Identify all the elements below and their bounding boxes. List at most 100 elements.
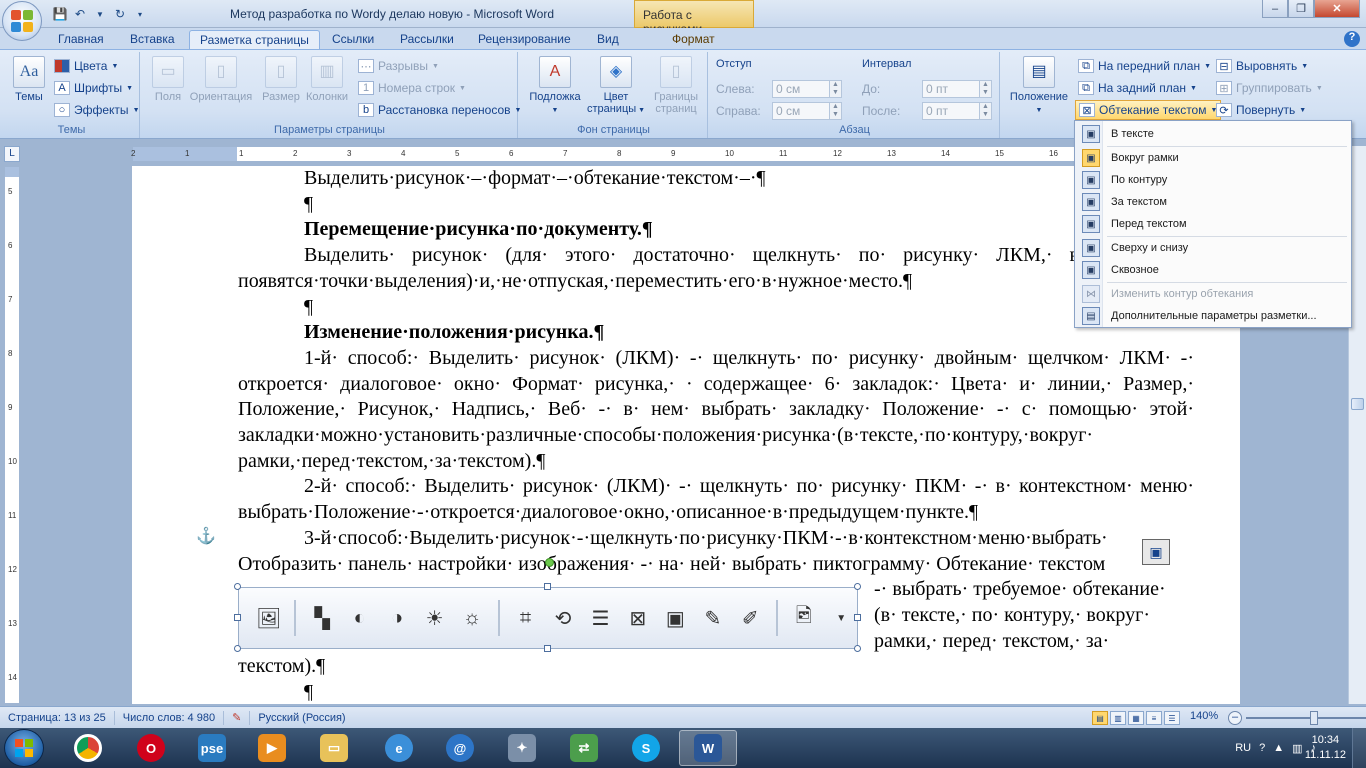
network-tray-icon[interactable]: ▥ [1292,742,1302,755]
toolbar-options-icon[interactable]: ▼ [825,602,856,634]
menu-item-more-layout-options[interactable]: ▤ Дополнительные параметры разметки... [1077,305,1349,327]
taskbar-ie[interactable]: e [370,730,428,766]
resize-handle[interactable] [854,614,861,621]
resize-handle[interactable] [544,583,551,590]
taskbar-chrome[interactable] [59,730,117,766]
language-indicator[interactable]: RU [1235,742,1251,754]
group-button[interactable]: ⊞ Группировать ▼ [1216,78,1323,98]
format-picture-icon[interactable]: ✎ [697,602,728,634]
help-icon[interactable]: ? [1344,31,1360,47]
zoom-slider[interactable] [1246,711,1366,725]
customize-qat-icon[interactable]: ▾ [132,6,148,22]
close-button[interactable]: ✕ [1314,0,1360,18]
columns-button[interactable]: ▥ Колонки [302,56,352,103]
indent-right-spinner[interactable]: ▲ ▼ [830,102,842,120]
full-screen-reading-icon[interactable]: ▥ [1110,711,1126,725]
themes-button[interactable]: Aa Темы [8,56,50,103]
minimize-button[interactable]: – [1262,0,1288,18]
outline-icon[interactable]: ≡ [1146,711,1162,725]
scrollbar-thumb[interactable] [1351,398,1364,410]
position-button[interactable]: ▤ Положение ▼ [1004,56,1074,117]
taskbar-opera[interactable]: O [122,730,180,766]
taskbar-explorer[interactable]: ▭ [305,730,363,766]
tab-references[interactable]: Ссылки [322,30,384,50]
text-wrapping-icon[interactable]: ▣ [660,602,691,634]
web-layout-icon[interactable]: ▦ [1128,711,1144,725]
menu-item-tight[interactable]: ▣ По контуру [1077,169,1349,191]
hyphenation-button[interactable]: b Расстановка переносов ▼ [358,100,521,120]
menu-item-through[interactable]: ▣ Сквозное [1077,259,1349,281]
print-layout-icon[interactable]: ▤ [1092,711,1108,725]
spacing-before-spinner[interactable]: ▲ ▼ [980,80,992,98]
line-numbers-button[interactable]: 1 Номера строк ▼ [358,78,466,98]
picture-toolbar-image[interactable]: 🖼 ▚ ◐ ◑ ☀ ☼ ⌗ ⟲ ☰ ⊠ ▣ ✎ ✐ 🖻 ▼ [238,587,858,649]
indent-left-spinner[interactable]: ▲ ▼ [830,80,842,98]
page-color-button[interactable]: ◈ Цвет страницы ▼ [584,56,648,117]
indent-left-input[interactable] [772,80,830,98]
bring-to-front-button[interactable]: ⧉ На передний план ▼ [1078,56,1211,76]
less-brightness-icon[interactable]: ☼ [456,602,487,634]
draft-icon[interactable]: ☰ [1164,711,1180,725]
margins-button[interactable]: ▭ Поля [146,56,190,103]
tab-mailings[interactable]: Рассылки [390,30,464,50]
start-button[interactable] [4,729,44,767]
menu-item-square[interactable]: ▣ Вокруг рамки [1077,147,1349,169]
restore-button[interactable]: ❐ [1288,0,1314,18]
menu-item-in-front-of-text[interactable]: ▣ Перед текстом [1077,213,1349,235]
spacing-before-input[interactable] [922,80,980,98]
spacing-after-input[interactable] [922,102,980,120]
spacing-after-spinner[interactable]: ▲ ▼ [980,102,992,120]
taskbar-mail[interactable]: @ [431,730,489,766]
align-button[interactable]: ⊟ Выровнять ▼ [1216,56,1308,76]
menu-item-behind-text[interactable]: ▣ За текстом [1077,191,1349,213]
less-contrast-icon[interactable]: ◑ [381,602,412,634]
proofing-status[interactable]: ✎ [224,710,251,725]
page-borders-button[interactable]: ▯ Границы страниц [648,56,704,115]
reset-picture-icon[interactable]: 🖻 [788,602,819,634]
tab-home[interactable]: Главная [48,30,114,50]
watermark-button[interactable]: A Подложка ▼ [526,56,584,117]
taskbar-network[interactable]: ⇄ [555,730,613,766]
menu-item-top-and-bottom[interactable]: ▣ Сверху и снизу [1077,237,1349,259]
taskbar-tools[interactable]: ✦ [493,730,551,766]
vertical-ruler[interactable]: 5 6 7 8 9 10 11 12 13 14 [4,166,20,704]
undo-icon[interactable]: ↶ [72,6,88,22]
tab-review[interactable]: Рецензирование [468,30,581,50]
line-style-icon[interactable]: ☰ [585,602,616,634]
taskbar-word[interactable]: W [679,730,737,766]
language-indicator[interactable]: Русский (Россия) [250,711,353,725]
rotate-left-icon[interactable]: ⟲ [547,602,578,634]
resize-handle[interactable] [234,583,241,590]
undo-dropdown-icon[interactable]: ▼ [92,6,108,22]
breaks-button[interactable]: ⋯ Разрывы ▼ [358,56,439,76]
resize-handle[interactable] [234,645,241,652]
resize-handle[interactable] [854,645,861,652]
theme-effects-button[interactable]: ○ Эффекты ▼ [54,100,140,120]
text-wrapping-button[interactable]: ⊠ Обтекание текстом ▼ [1075,100,1222,120]
color-icon[interactable]: ▚ [306,602,337,634]
tab-format[interactable]: Формат [662,30,725,50]
clock[interactable]: 10:34 11.11.12 [1305,733,1346,763]
save-icon[interactable]: 💾 [52,6,68,22]
tab-page-layout[interactable]: Разметка страницы [189,30,320,50]
tab-selector[interactable]: L [4,146,20,162]
size-button[interactable]: ▯ Размер [258,56,304,103]
redo-icon[interactable]: ↻ [112,6,128,22]
tab-view[interactable]: Вид [587,30,629,50]
word-count[interactable]: Число слов: 4 980 [115,710,225,725]
taskbar-skype[interactable]: S [617,730,675,766]
more-contrast-icon[interactable]: ◐ [344,602,375,634]
tab-insert[interactable]: Вставка [120,30,185,50]
resize-handle[interactable] [234,614,241,621]
crop-icon[interactable]: ⌗ [510,602,541,634]
orientation-button[interactable]: ▯ Ориентация [188,56,254,103]
menu-item-in-line[interactable]: ▣ В тексте [1077,123,1349,145]
set-transparent-color-icon[interactable]: ✐ [735,602,766,634]
zoom-out-icon[interactable]: – [1228,711,1242,725]
taskbar-pse[interactable]: pse [183,730,241,766]
resize-handle[interactable] [854,583,861,590]
show-desktop-button[interactable] [1352,728,1366,768]
taskbar-media[interactable]: ▶ [243,730,301,766]
send-to-back-button[interactable]: ⧉ На задний план ▼ [1078,78,1197,98]
office-button[interactable] [2,1,42,41]
